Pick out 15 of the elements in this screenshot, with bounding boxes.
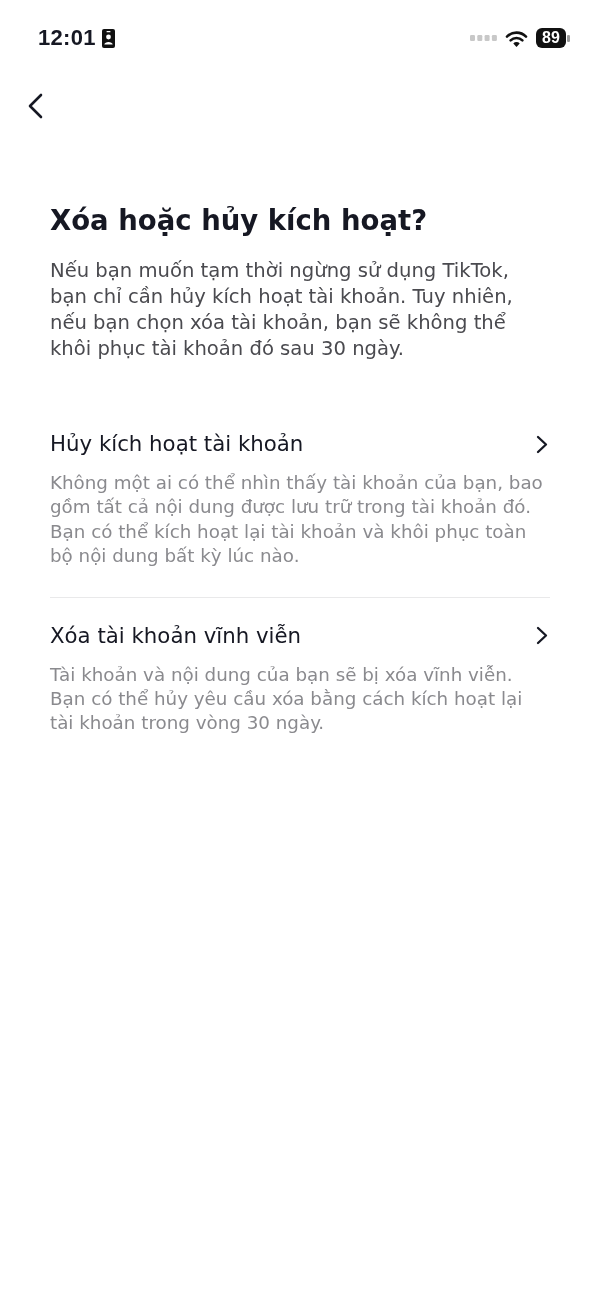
page-title: Xóa hoặc hủy kích hoạt? (50, 203, 429, 238)
option-description: Tài khoản và nội dung của bạn sẽ bị xóa vĩnh viễn. Bạn có thể hủy yêu cầu xóa bằng cách kích hoạt lại tài khoản trong vòng 30 ngày. (50, 662, 524, 736)
option-title[interactable]: Hủy kích hoạt tài khoản (50, 429, 304, 459)
signal-icon (470, 35, 497, 41)
wifi-icon (505, 29, 528, 47)
chevron-right-icon[interactable] (536, 626, 548, 646)
status-time: 12:01 (38, 25, 96, 51)
chevron-right-icon[interactable] (536, 434, 548, 454)
option-title[interactable]: Xóa tài khoản vĩnh viễn (50, 620, 302, 651)
contact-card-icon (101, 28, 115, 48)
intro-text: Nếu bạn muốn tạm thời ngừng sử dụng TikTok, bạn chỉ cần hủy kích hoạt tài khoản. Tuy nhiên, nếu bạn chọn xóa tài khoản, bạn sẽ không thể khôi phục tài khoản đó sau 30 ngày. (50, 258, 514, 362)
battery-cap-icon (567, 34, 570, 42)
back-chevron-icon (26, 93, 44, 119)
battery-indicator: 89 (536, 28, 566, 48)
option-description: Không một ai có thể nhìn thấy tài khoản của bạn, bao gồm tất cả nội dung được lưu trữ trong tài khoản đó. Bạn có thể kích hoạt lại tài khoản và khôi phục toàn bộ nội dung bất kỳ lúc nào. (50, 471, 544, 569)
